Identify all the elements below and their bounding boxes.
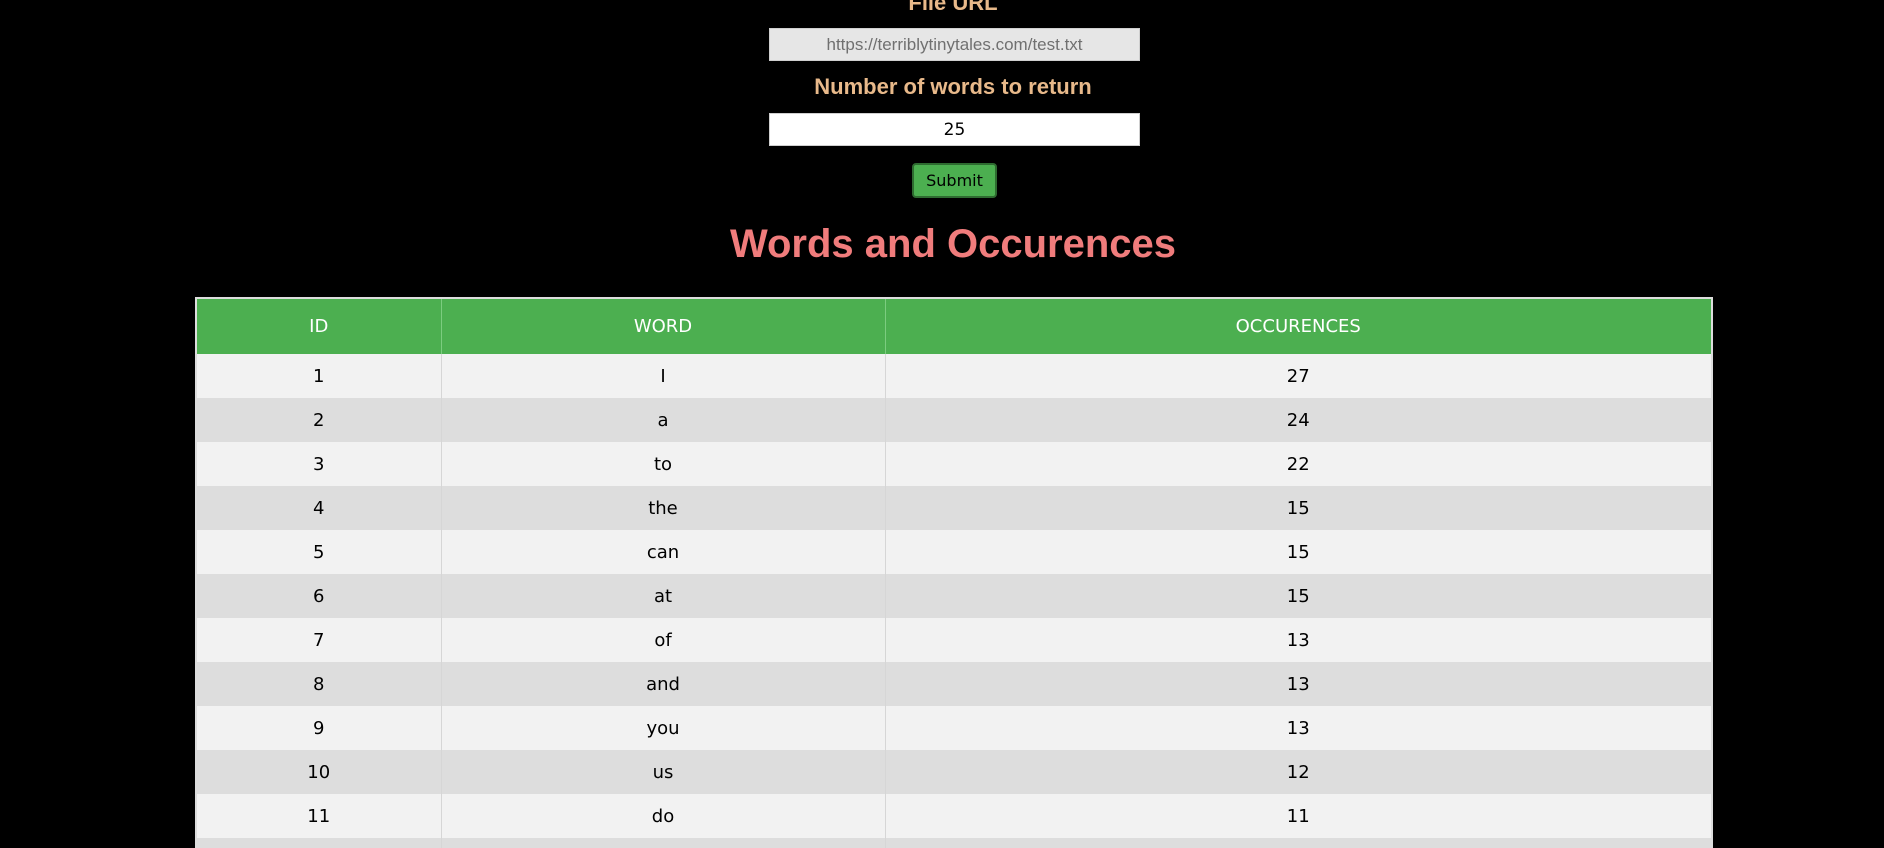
cell-occurences: 11 xyxy=(884,794,1711,838)
cell-id: 4 xyxy=(197,486,441,530)
cell-word: and xyxy=(440,662,885,706)
table-row: 11 do 11 xyxy=(197,794,1711,838)
word-count-input[interactable] xyxy=(769,113,1140,146)
column-header-occurences: OCCURENCES xyxy=(884,299,1711,354)
cell-word: us xyxy=(440,750,885,794)
cell-word: do xyxy=(440,794,885,838)
cell-id: 1 xyxy=(197,354,441,398)
cell-occurences: 24 xyxy=(884,398,1711,442)
cell-id: 9 xyxy=(197,706,441,750)
cell-word: you xyxy=(440,706,885,750)
table-header-row: ID WORD OCCURENCES xyxy=(197,299,1711,354)
column-header-id: ID xyxy=(197,299,441,354)
cell-occurences: 22 xyxy=(884,442,1711,486)
cell-id xyxy=(197,838,441,848)
cell-id: 6 xyxy=(197,574,441,618)
table-row: 9 you 13 xyxy=(197,706,1711,750)
table-row: 5 can 15 xyxy=(197,530,1711,574)
cell-occurences: 13 xyxy=(884,662,1711,706)
file-url-input[interactable] xyxy=(769,28,1140,61)
results-table-container: ID WORD OCCURENCES 1 I 27 2 a 24 3 to 22 4 the 15 5 c… xyxy=(195,297,1713,848)
cell-id: 8 xyxy=(197,662,441,706)
cell-id: 5 xyxy=(197,530,441,574)
page-title: Words and Occurences xyxy=(729,222,1177,266)
cell-id: 10 xyxy=(197,750,441,794)
cell-occurences xyxy=(884,838,1711,848)
cell-occurences: 13 xyxy=(884,618,1711,662)
cell-occurences: 15 xyxy=(884,574,1711,618)
cell-word: can xyxy=(440,530,885,574)
cell-word: the xyxy=(440,486,885,530)
cell-word: I xyxy=(440,354,885,398)
cell-occurences: 15 xyxy=(884,530,1711,574)
word-count-label: Number of words to return xyxy=(814,74,1092,99)
results-table: ID WORD OCCURENCES 1 I 27 2 a 24 3 to 22 4 the 15 5 c… xyxy=(197,299,1711,848)
table-row: 6 at 15 xyxy=(197,574,1711,618)
table-row: 7 of 13 xyxy=(197,618,1711,662)
page: File URL Number of words to return Submi… xyxy=(0,0,1884,848)
cell-occurences: 27 xyxy=(884,354,1711,398)
submit-button[interactable]: Submit xyxy=(912,163,997,198)
cell-id: 11 xyxy=(197,794,441,838)
table-row: 3 to 22 xyxy=(197,442,1711,486)
table-row: 1 I 27 xyxy=(197,354,1711,398)
cell-occurences: 15 xyxy=(884,486,1711,530)
table-row: 2 a 24 xyxy=(197,398,1711,442)
cell-id: 7 xyxy=(197,618,441,662)
cell-occurences: 12 xyxy=(884,750,1711,794)
cell-word: at xyxy=(440,574,885,618)
cell-word: a xyxy=(440,398,885,442)
cell-word: to xyxy=(440,442,885,486)
cell-id: 2 xyxy=(197,398,441,442)
file-url-label: File URL xyxy=(908,0,998,15)
table-body: 1 I 27 2 a 24 3 to 22 4 the 15 5 can 15 6 at 15 7 of 13 8 and 1… xyxy=(197,354,1711,848)
table-row: 8 and 13 xyxy=(197,662,1711,706)
column-header-word: WORD xyxy=(440,299,885,354)
table-row: 4 the 15 xyxy=(197,486,1711,530)
cell-word: of xyxy=(440,618,885,662)
cell-id: 3 xyxy=(197,442,441,486)
table-row: 10 us 12 xyxy=(197,750,1711,794)
cell-word xyxy=(440,838,885,848)
table-row xyxy=(197,838,1711,848)
cell-occurences: 13 xyxy=(884,706,1711,750)
